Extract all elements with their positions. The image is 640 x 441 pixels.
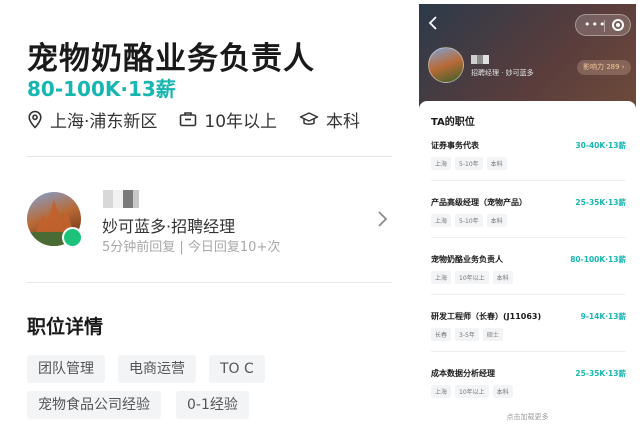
meta-experience: 10年以上 [179,107,277,132]
position-tag: 本科 [492,385,513,398]
positions-panel: TA的职位 证券事务代表 30-40K·13薪 上海 5-10年 本科 产品高级经理… [419,101,636,441]
position-tag: 10年以上 [455,271,489,284]
position-tag: 本科 [486,214,507,227]
job-salary: 80-100K·13薪 [27,77,176,101]
job-detail-panel: 宠物奶酪业务负责人 80-100K·13薪 上海·浦东新区 10年以上 本科 妙… [0,0,405,441]
position-tag: 3-5年 [455,328,479,341]
positions-heading: TA的职位 [431,117,475,128]
recruiter-company-role: 妙可蓝多·招聘经理 [102,217,236,236]
briefcase-icon [180,112,197,127]
profile-header: ••• 招聘经理 · 妙可蓝多 影响力 289 › [419,4,636,109]
miniprogram-capsule[interactable]: ••• [575,14,631,36]
chevron-right-icon[interactable] [376,210,388,228]
position-salary: 30-40K·13薪 [575,141,626,150]
position-title: 成本数据分析经理 [431,369,495,378]
position-salary: 25-35K·13薪 [575,198,626,207]
load-more-link[interactable]: 点击加载更多 [419,412,636,422]
job-title: 宠物奶酪业务负责人 [27,41,315,77]
profile-name-blurred [471,55,489,64]
location-text: 上海·浦东新区 [50,111,158,132]
position-title: 研发工程师（长春）(J11063) [431,312,542,321]
position-tag: 硕士 [482,328,503,341]
recruiter-profile-screen: ••• 招聘经理 · 妙可蓝多 影响力 289 › TA的职位 证券事务代表 3… [419,4,636,441]
skill-tag: 电商运营 [118,355,196,383]
position-tag: 上海 [431,271,452,284]
position-title: 宠物奶酪业务负责人 [431,255,503,264]
position-tag: 5-10年 [455,157,483,170]
position-salary: 80-100K·13薪 [570,255,626,264]
recruiter-reply-status: 5分钟前回复 | 今日回复10+次 [102,240,281,255]
education-text: 本科 [326,111,361,132]
online-status-dot [62,227,83,248]
skill-tag: 团队管理 [27,355,105,383]
graduation-cap-icon [299,112,319,125]
influence-badge[interactable]: 影响力 289 › [577,60,631,75]
position-tag: 5-10年 [455,214,483,227]
job-meta-row: 上海·浦东新区 10年以上 本科 [27,106,382,132]
back-arrow-icon[interactable] [428,16,438,30]
meta-location: 上海·浦东新区 [27,107,157,132]
divider [27,156,392,157]
profile-avatar [428,47,464,83]
position-tag: 本科 [492,271,513,284]
position-salary: 25-35K·13薪 [575,369,626,378]
position-tag: 长春 [431,328,452,341]
skill-tag: TO C [209,355,265,383]
position-title: 证券事务代表 [431,141,479,150]
position-tag: 上海 [431,385,452,398]
meta-education: 本科 [299,107,360,132]
close-miniprogram-icon[interactable] [612,19,624,31]
recruiter-name-blurred [103,190,139,208]
divider [27,282,392,283]
position-tag: 上海 [431,214,452,227]
position-title: 产品高级经理（宠物产品） [431,198,527,207]
experience-text: 10年以上 [204,111,278,132]
profile-role: 招聘经理 · 妙可蓝多 [471,69,534,77]
position-salary: 9-14K·13薪 [580,312,626,321]
position-tag: 上海 [431,157,452,170]
job-details-heading: 职位详情 [27,316,104,338]
skill-tag: 0-1经验 [176,391,249,419]
position-tag: 本科 [486,157,507,170]
position-tag: 10年以上 [455,385,489,398]
location-pin-icon [28,110,42,129]
skill-tag: 宠物食品公司经验 [27,391,161,419]
